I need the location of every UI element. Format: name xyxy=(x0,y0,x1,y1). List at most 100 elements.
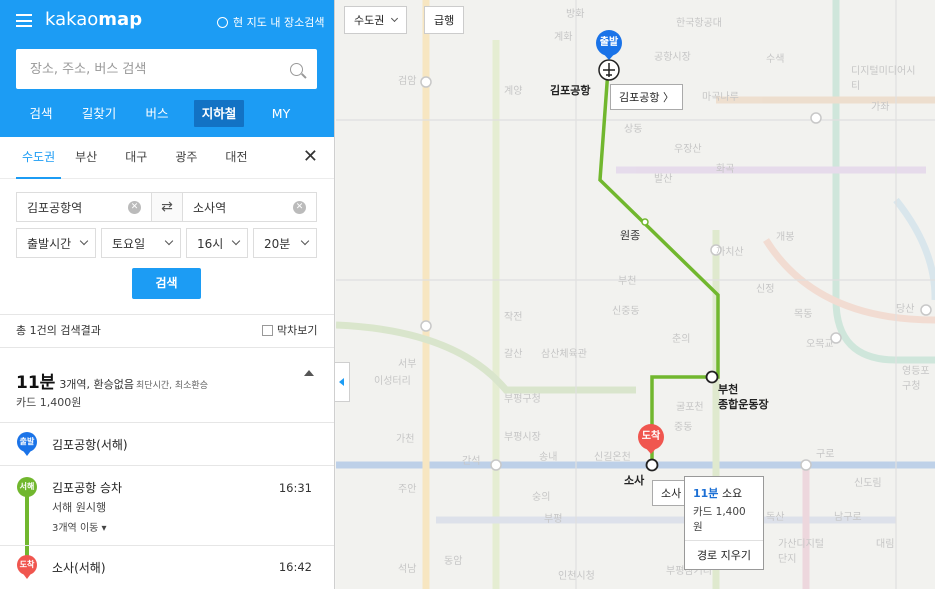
map-station-label: 우장산 xyxy=(674,144,702,155)
main-nav: 검색 길찾기 버스 지하철 MY xyxy=(12,100,310,127)
station-inputs: 김포공항역 ✕ ⇄ 소사역 ✕ xyxy=(16,192,317,222)
checkbox-icon xyxy=(262,324,273,336)
start-map-pin-icon[interactable]: 출발 xyxy=(596,30,622,60)
map-station-label: 작전 xyxy=(504,312,523,323)
swap-icon[interactable]: ⇄ xyxy=(152,192,182,222)
in-map-search-toggle[interactable]: 현 지도 내 장소검색 xyxy=(217,14,324,30)
clear-icon[interactable]: ✕ xyxy=(128,200,141,214)
map-station-label: 계화 xyxy=(554,32,573,43)
day-select[interactable]: 토요일 xyxy=(101,228,181,258)
search-icon[interactable] xyxy=(290,62,303,76)
divider xyxy=(0,465,334,466)
end-map-pin-icon[interactable]: 도착 xyxy=(638,424,664,454)
divider xyxy=(0,545,334,546)
start-station-label[interactable]: 김포공항 xyxy=(550,82,590,98)
clear-route-button[interactable]: 경로 지우기 xyxy=(685,540,763,569)
tab-capital[interactable]: 수도권 xyxy=(16,137,62,179)
map-station-label: 가천 xyxy=(396,434,415,445)
clear-icon[interactable]: ✕ xyxy=(293,200,306,214)
map-station-label: 주안 xyxy=(398,484,417,495)
map-station-label: 숭의 xyxy=(532,492,551,503)
region-tabs: 수도권 부산 대구 광주 대전 ✕ xyxy=(0,137,334,179)
map-station-label: 독산 xyxy=(766,512,785,523)
close-icon[interactable]: ✕ xyxy=(303,147,318,167)
nav-bus[interactable]: 버스 xyxy=(128,100,186,127)
to-station-field[interactable]: 소사역 ✕ xyxy=(182,192,317,222)
collapse-icon[interactable] xyxy=(304,370,314,376)
map-station-label: 목동 xyxy=(794,309,813,320)
end-station-label[interactable]: 소사 xyxy=(624,472,644,488)
map-station-label: 대림 xyxy=(876,539,895,550)
chevron-right-icon: 〉 xyxy=(662,91,674,104)
map-station-label: 발산 xyxy=(654,174,673,185)
minute-select[interactable]: 20분 xyxy=(253,228,317,258)
map-station-label: 신길온천 xyxy=(594,452,631,463)
map-station-label: 부평구청 xyxy=(504,394,541,405)
map-station-label: 영등포구청 xyxy=(902,366,930,392)
seohae-line-badge: 서해 xyxy=(17,477,37,497)
map-station-label: 신정 xyxy=(756,284,775,295)
tab-gwangju[interactable]: 광주 xyxy=(175,137,211,179)
express-toggle[interactable]: 급행 xyxy=(424,6,465,34)
divider xyxy=(0,314,334,315)
route-summary[interactable]: 11분 3개역, 환승없음 최단시간, 최소환승 xyxy=(16,368,208,393)
menu-icon[interactable] xyxy=(16,14,32,27)
mid-station-label[interactable]: 원종 xyxy=(620,227,640,243)
nav-directions[interactable]: 길찾기 xyxy=(70,100,128,127)
map-station-label: 한국항공대 xyxy=(676,18,722,29)
start-station-tooltip[interactable]: 김포공항 〉 xyxy=(610,84,683,110)
tab-daegu[interactable]: 대구 xyxy=(125,137,161,179)
nav-subway[interactable]: 지하철 xyxy=(194,100,244,127)
map-station-label: 상동 xyxy=(624,124,643,135)
map-station-label: 당산 xyxy=(896,304,915,315)
subway-map[interactable]: 방화 계화 한국항공대 수색 디지털미디어시티 가좌 마곡나루 검암 계양 공항… xyxy=(336,0,935,589)
chevron-down-icon xyxy=(300,236,310,246)
end-station: 소사(서해) xyxy=(52,561,106,575)
panel-toggle-icon[interactable] xyxy=(335,362,350,402)
search-input[interactable] xyxy=(30,61,290,77)
stops-toggle[interactable]: 3개역 이동 ▾ xyxy=(52,519,107,534)
map-station-label: 검암 xyxy=(398,76,417,87)
end-time: 16:42 xyxy=(278,560,312,574)
map-station-label: 춘의 xyxy=(672,334,691,345)
from-station-field[interactable]: 김포공항역 ✕ xyxy=(16,192,152,222)
time-type-select[interactable]: 출발시간 xyxy=(16,228,96,258)
board-station: 김포공항 승차 xyxy=(52,481,123,495)
result-count: 총 1건의 검색결과 xyxy=(16,324,101,337)
map-station-label: 부평 xyxy=(544,514,563,525)
region-select[interactable]: 수도권 xyxy=(344,6,408,34)
end-pin-icon: 도착 xyxy=(17,555,37,579)
board-time: 16:31 xyxy=(278,481,312,495)
divider xyxy=(0,347,334,348)
tab-busan[interactable]: 부산 xyxy=(75,137,111,179)
route-popup: 11분 소요 카드 1,400원 경로 지우기 xyxy=(684,476,764,570)
kakaomap-logo[interactable]: kakaomap xyxy=(45,9,142,30)
nav-search[interactable]: 검색 xyxy=(12,100,70,127)
map-station-label: 중동 xyxy=(674,422,693,433)
tab-daejeon[interactable]: 대전 xyxy=(225,137,261,179)
station-dot xyxy=(641,218,649,226)
divider xyxy=(0,422,334,423)
nav-my[interactable]: MY xyxy=(252,100,310,127)
start-pin-icon: 출발 xyxy=(17,432,37,456)
map-station-label: 남구로 xyxy=(834,512,862,523)
chevron-down-icon xyxy=(391,14,399,23)
map-station-label: 화곡 xyxy=(716,164,735,175)
last-train-checkbox[interactable]: 막차보기 xyxy=(262,322,317,338)
map-station-label: 마곡나루 xyxy=(702,92,739,103)
map-station-label: 오목교 xyxy=(806,339,834,350)
route-search-button[interactable]: 검색 xyxy=(132,268,201,299)
side-panel: kakaomap 현 지도 내 장소검색 검색 길찾기 버스 지하철 MY 수도… xyxy=(0,0,335,589)
bucheon-label[interactable]: 부천 xyxy=(718,381,738,397)
map-station-label: 석남 xyxy=(398,564,417,575)
bucheon-label-2[interactable]: 종합운동장 xyxy=(718,396,769,412)
map-station-label: 구로 xyxy=(816,449,835,460)
chevron-down-icon xyxy=(231,236,241,246)
route-fare: 카드 1,400원 xyxy=(16,396,82,409)
hour-select[interactable]: 16시 xyxy=(186,228,248,258)
map-station-label: 송내 xyxy=(539,452,558,463)
radio-icon xyxy=(217,16,228,28)
station-dot xyxy=(705,370,719,384)
search-box xyxy=(16,49,317,89)
map-station-label: 부평시장 xyxy=(504,432,541,443)
